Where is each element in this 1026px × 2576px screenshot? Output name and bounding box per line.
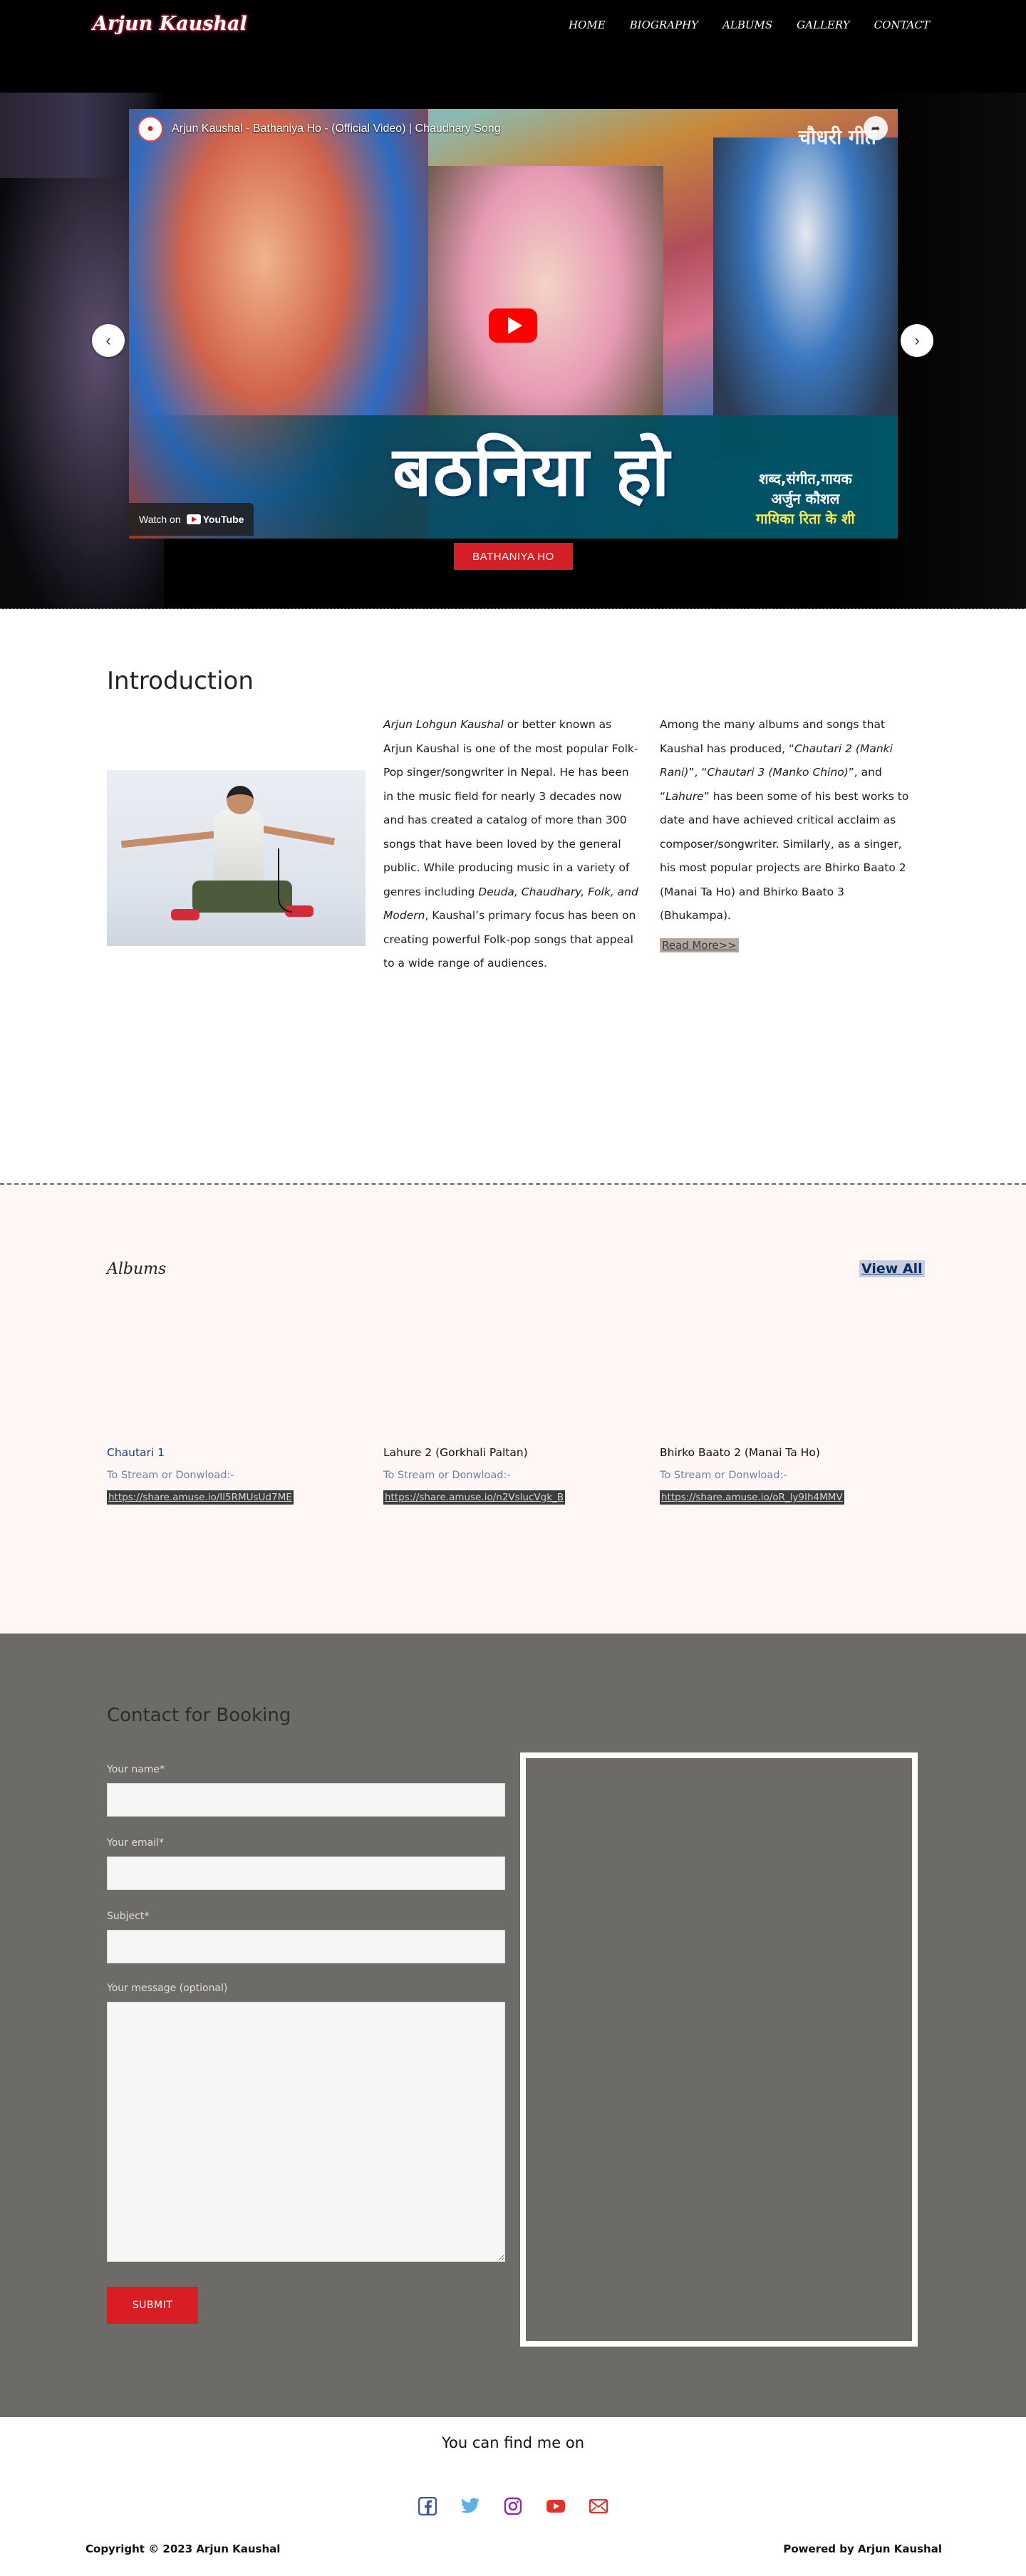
video-header: ● Arjun Kaushal - Bathaniya Ho - (Offici…: [138, 116, 501, 142]
album-card: Bhirko Baato 2 (Manai Ta Ho) To Stream o…: [660, 1445, 918, 1505]
email-field[interactable]: [107, 1856, 505, 1890]
site-logo[interactable]: Arjun Kaushal: [93, 13, 247, 35]
youtube-logo: YouTube: [186, 514, 244, 525]
divider: [0, 608, 1026, 609]
credits-line: गायिका रिता के शी: [756, 510, 855, 527]
album-name: Lahure: [665, 789, 704, 803]
share-icon[interactable]: ➦: [864, 116, 888, 140]
read-more-link[interactable]: Read More>>: [660, 938, 739, 952]
youtube-video-embed[interactable]: ● Arjun Kaushal - Bathaniya Ho - (Offici…: [129, 109, 898, 539]
album-stream-label: To Stream or Donwload:-: [660, 1470, 787, 1481]
artist-full-name: Arjun Lohgun Kaushal: [383, 718, 504, 731]
view-all-link[interactable]: View All: [859, 1260, 925, 1277]
subject-label: Subject*: [107, 1911, 150, 1922]
nav-home[interactable]: HOME: [569, 19, 606, 31]
nav-albums[interactable]: ALBUMS: [722, 19, 772, 31]
intro-text: ”, “: [688, 766, 708, 779]
watch-on-label: Watch on: [139, 514, 181, 525]
email-label: Your email*: [107, 1837, 164, 1849]
navbar: Arjun Kaushal HOME BIOGRAPHY ALBUMS GALL…: [0, 0, 1026, 50]
message-field[interactable]: [107, 2002, 505, 2262]
youtube-icon: [186, 514, 201, 524]
album-title[interactable]: Lahure 2 (Gorkhali Paltan): [383, 1445, 642, 1460]
video-credits: शब्द,संगीत,गायक अर्जुन कौशल गायिका रिता …: [756, 469, 855, 529]
intro-text-column-2: Among the many albums and songs that Kau…: [660, 713, 918, 957]
nav-links: HOME BIOGRAPHY ALBUMS GALLERY CONTACT: [569, 19, 930, 31]
submit-button[interactable]: SUBMIT: [107, 2287, 198, 2324]
powered-by-text: Powered by Arjun Kaushal: [783, 2543, 942, 2555]
youtube-icon[interactable]: [545, 2496, 566, 2517]
album-name: Chautari 3 (Manko Chino): [707, 766, 849, 779]
credits-line: अर्जुन कौशल: [771, 490, 840, 507]
album-card: Lahure 2 (Gorkhali Paltan) To Stream or …: [383, 1445, 642, 1505]
play-button[interactable]: [489, 308, 537, 343]
video-title[interactable]: Arjun Kaushal - Bathaniya Ho - (Official…: [172, 123, 501, 135]
find-me-heading: You can find me on: [441, 2434, 585, 2451]
slide-caption-button[interactable]: BATHANIYA HO: [454, 543, 573, 570]
album-title[interactable]: Chautari 1: [107, 1445, 366, 1460]
album-stream-link[interactable]: https://share.amuse.io/oR_ly9Ih4MMV: [660, 1490, 844, 1505]
instagram-icon[interactable]: [502, 2496, 524, 2517]
video-thumbnail-scene-right: [713, 137, 898, 458]
section-heading: Introduction: [107, 667, 254, 695]
carousel-next-button[interactable]: ›: [901, 324, 933, 357]
nav-gallery[interactable]: GALLERY: [797, 19, 849, 31]
message-label: Your message (optional): [107, 1983, 228, 1994]
play-icon: [507, 317, 522, 334]
section-heading: Albums: [107, 1260, 167, 1278]
twitter-icon[interactable]: [460, 2496, 481, 2517]
footer: You can find me on Copyright © 2023 Arju…: [0, 2417, 1026, 2576]
facebook-icon[interactable]: [417, 2496, 438, 2517]
nav-contact[interactable]: CONTACT: [874, 19, 930, 31]
watch-on-youtube-button[interactable]: Watch on YouTube: [129, 503, 254, 536]
video-overlay-title: बठनिया हो: [393, 432, 671, 511]
album-stream-label: To Stream or Donwload:-: [107, 1470, 234, 1481]
carousel-prev-button[interactable]: ‹: [92, 324, 125, 357]
section-heading: Contact for Booking: [107, 1705, 291, 1726]
album-card: Chautari 1 To Stream or Donwload:- https…: [107, 1445, 366, 1505]
album-stream-label: To Stream or Donwload:-: [383, 1470, 511, 1481]
mail-icon[interactable]: [588, 2496, 609, 2517]
intro-text-column-1: Arjun Lohgun Kaushal or better known as …: [383, 713, 642, 976]
introduction-section: Introduction Arjun Lohgun Kaushal or bet…: [0, 610, 1026, 1183]
contact-section: Contact for Booking Your name* Your emai…: [0, 1634, 1026, 2417]
youtube-logo-text: YouTube: [202, 514, 244, 525]
intro-text: ” has been some of his best works to dat…: [660, 789, 909, 923]
album-title[interactable]: Bhirko Baato 2 (Manai Ta Ho): [660, 1445, 918, 1460]
chevron-right-icon: ›: [914, 331, 920, 349]
album-stream-link[interactable]: https://share.amuse.io/Il5RMUsUd7ME: [107, 1490, 294, 1505]
subject-field[interactable]: [107, 1930, 505, 1963]
copyright-text: Copyright © 2023 Arjun Kaushal: [86, 2543, 281, 2555]
map-embed[interactable]: [520, 1752, 918, 2347]
channel-avatar[interactable]: ●: [138, 116, 163, 142]
credits-line: शब्द,संगीत,गायक: [758, 470, 852, 487]
artist-photo: [107, 770, 366, 946]
album-stream-link[interactable]: https://share.amuse.io/n2VslucVgk_B: [383, 1490, 566, 1505]
name-label: Your name*: [107, 1764, 165, 1775]
name-field[interactable]: [107, 1783, 505, 1817]
nav-biography[interactable]: BIOGRAPHY: [630, 19, 698, 31]
hero-section: Arjun Kaushal HOME BIOGRAPHY ALBUMS GALL…: [0, 0, 1026, 609]
intro-text: or better known as Arjun Kaushal is one …: [383, 718, 638, 898]
social-links: [417, 2496, 609, 2517]
chevron-left-icon: ‹: [105, 331, 111, 349]
albums-section: Albums View All Chautari 1 To Stream or …: [0, 1185, 1026, 1634]
